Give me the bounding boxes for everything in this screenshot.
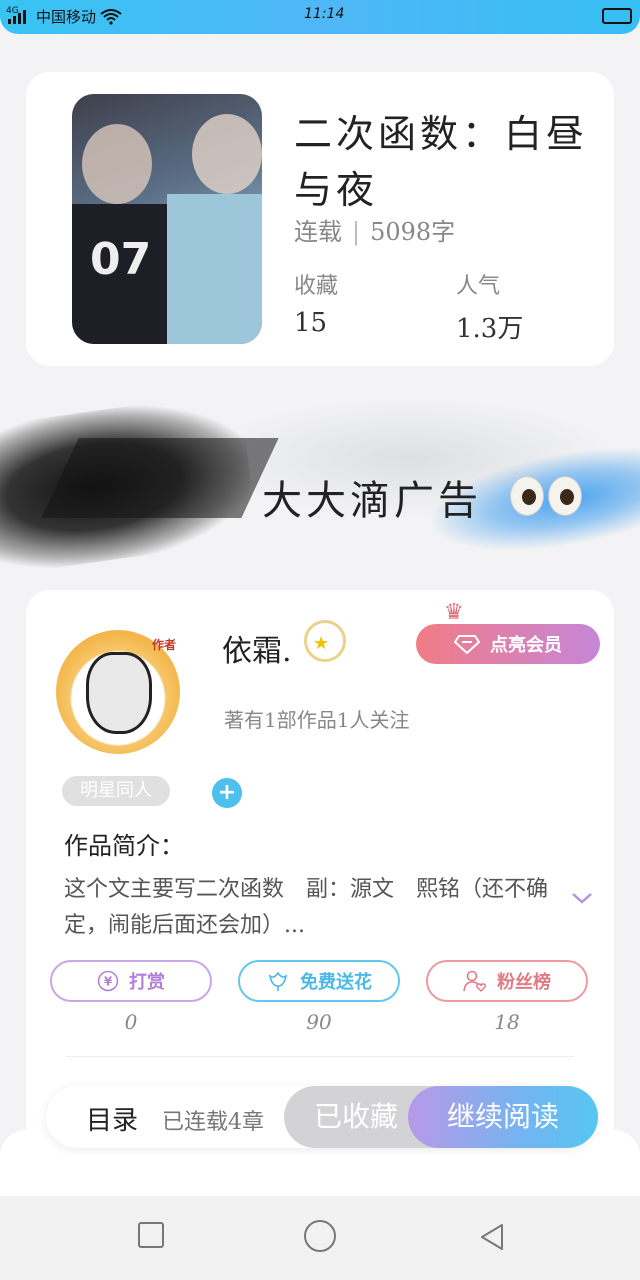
reward-button[interactable]: ¥ 打赏 (50, 960, 212, 1002)
diamond-icon (454, 635, 480, 654)
flower-label: 免费送花 (300, 972, 372, 993)
wifi-icon (100, 8, 122, 25)
popularity-label: 人气 (456, 274, 501, 299)
fans-rank-button[interactable]: 粉丝榜 (426, 960, 588, 1002)
vip-button[interactable]: 点亮会员 (416, 624, 600, 664)
navigation-bar (0, 1196, 640, 1280)
signal-icon: 4G (6, 5, 32, 26)
user-heart-icon (463, 970, 486, 992)
reward-count: 0 (124, 1010, 138, 1034)
flower-button[interactable]: 免费送花 (238, 960, 400, 1002)
svg-text:¥: ¥ (104, 975, 113, 989)
star-halo-icon: ★ (304, 620, 346, 662)
book-title: 二次函数：白昼与夜 (294, 112, 589, 212)
genre-tag[interactable]: 明星同人 (62, 776, 170, 806)
chapters-count[interactable]: 已连载4章 (162, 1104, 264, 1136)
author-card: 作者 依霜. ★ 著有1部作品1人关注 ♛ 点亮会员 明星同人 + 作品简介： … (26, 590, 614, 1150)
author-name[interactable]: 依霜. (222, 626, 292, 670)
author-info: 著有1部作品1人关注 (224, 708, 410, 732)
intro-text: 这个文主要写二次函数 副：源文 熙铭（还不确定，闹能后面还会加）... (64, 877, 549, 938)
vip-label: 点亮会员 (490, 635, 562, 656)
battery-icon (602, 8, 632, 24)
catalog-button[interactable]: 目录 (86, 1100, 138, 1137)
status-left: 4G 中国移动 (6, 6, 122, 27)
bottom-action-bar: 目录 已连载4章 已收藏 继续阅读 (46, 1086, 598, 1148)
home-icon[interactable] (304, 1220, 336, 1252)
ad-text: 大大滴广告 (262, 478, 482, 524)
ad-banner[interactable]: 大大滴广告 (0, 378, 640, 578)
book-card: 07 二次函数：白昼与夜 连载 | 5098字 收藏 15 人气 1.3万 (26, 72, 614, 366)
status-bar: 4G 中国移动 11:14 (0, 0, 640, 34)
book-meta: 连载 | 5098字 (294, 218, 456, 246)
fans-label: 粉丝榜 (497, 972, 551, 993)
favorites-value: 15 (294, 308, 328, 338)
author-avatar-tag: 作者 (151, 638, 176, 652)
divider (66, 1056, 574, 1057)
clock: 11:14 (304, 6, 345, 22)
book-status: 连载 (294, 218, 342, 246)
add-tag-button[interactable]: + (212, 778, 242, 808)
flower-icon (268, 971, 288, 991)
flower-count: 90 (306, 1010, 332, 1034)
network-type: 4G (6, 5, 19, 16)
eyes-icon (510, 476, 582, 516)
book-cover-image[interactable]: 07 (72, 94, 262, 344)
word-count: 5098字 (370, 218, 456, 246)
back-icon[interactable] (478, 1222, 506, 1252)
author-avatar[interactable]: 作者 (56, 630, 180, 754)
intro-heading: 作品简介： (64, 832, 184, 860)
popularity-value: 1.3万 (456, 314, 524, 344)
recent-apps-icon[interactable] (138, 1222, 164, 1248)
chevron-down-icon[interactable] (570, 890, 594, 906)
fans-count: 18 (494, 1010, 520, 1034)
crown-icon: ♛ (444, 600, 464, 625)
yen-icon: ¥ (97, 970, 119, 992)
carrier-name: 中国移动 (36, 8, 97, 26)
continue-reading-button[interactable]: 继续阅读 (408, 1086, 598, 1148)
favorites-label: 收藏 (294, 274, 339, 299)
reward-label: 打赏 (129, 972, 165, 993)
